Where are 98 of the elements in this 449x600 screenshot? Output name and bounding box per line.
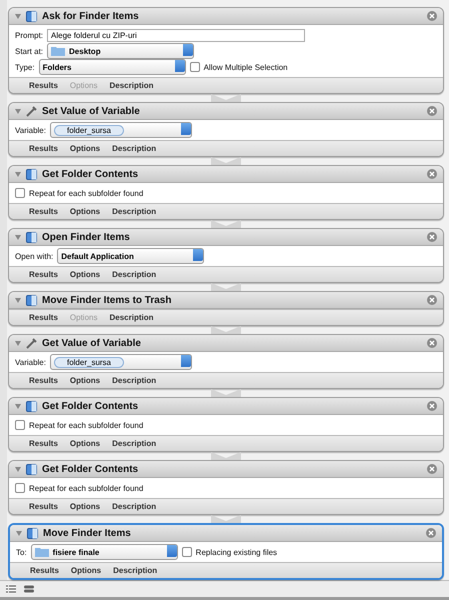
- wand-icon: [26, 106, 37, 116]
- field-label: Type:: [15, 62, 35, 72]
- action-title: Move Finder Items to Trash: [42, 294, 172, 306]
- disclosure-icon[interactable]: [15, 234, 21, 240]
- field-label: Variable:: [15, 126, 46, 134]
- footer-tab[interactable]: Description: [112, 207, 156, 216]
- footer-tab[interactable]: Results: [29, 502, 58, 511]
- variable-popup[interactable]: folder_sursa: [50, 122, 192, 138]
- field-label: To:: [16, 548, 27, 556]
- footer-tab[interactable]: Description: [112, 270, 156, 279]
- disclosure-icon[interactable]: [15, 172, 21, 176]
- checkbox-label[interactable]: Repeat for each subfolder found: [29, 420, 144, 430]
- footer-tab[interactable]: Options: [70, 270, 100, 279]
- action-title: Ask for Finder Items: [42, 10, 140, 22]
- footer-tab[interactable]: Description: [109, 81, 154, 90]
- action-card[interactable]: Move Finder Items To: fisiere finale Replacing existing files Results Options Description: [8, 523, 444, 580]
- footer-tab[interactable]: Results: [29, 144, 58, 153]
- footer-tab[interactable]: Results: [29, 207, 58, 216]
- variable-popup[interactable]: folder_sursa: [50, 354, 192, 370]
- action-card[interactable]: Open Finder Items Open with: Default Application Results Options Description: [8, 228, 444, 283]
- footer-tab[interactable]: Results: [29, 376, 58, 385]
- footer-tab[interactable]: Description: [112, 144, 156, 153]
- popup-menu[interactable]: fisiere finale: [30, 544, 178, 560]
- finder-icon: [26, 464, 37, 474]
- disclosure-icon[interactable]: [15, 404, 21, 408]
- checkbox-label[interactable]: Allow Multiple Selection: [204, 62, 288, 72]
- footer-tab[interactable]: Options: [70, 144, 100, 153]
- finder-icon: [26, 294, 37, 306]
- checkbox[interactable]: [190, 62, 200, 72]
- action-title: Get Value of Variable: [42, 338, 142, 348]
- checkbox[interactable]: [15, 483, 25, 493]
- action-title: Get Folder Contents: [42, 464, 140, 474]
- folder-icon: [34, 547, 49, 557]
- action-card[interactable]: Get Folder Contents Repeat for each subfolder found Results Options Description: [8, 397, 444, 452]
- checkbox-label[interactable]: Replacing existing files: [196, 548, 278, 556]
- field-label: Variable:: [15, 358, 46, 366]
- footer-tab[interactable]: Description: [112, 376, 156, 385]
- footer-tab[interactable]: Results: [29, 313, 58, 322]
- action-title: Get Folder Contents: [42, 168, 140, 180]
- footer-tab[interactable]: Options: [70, 376, 100, 385]
- footer-tab[interactable]: Options: [70, 566, 102, 575]
- finder-icon: [26, 168, 37, 180]
- close-icon[interactable]: [427, 464, 437, 474]
- disclosure-icon[interactable]: [16, 530, 22, 536]
- popup-menu[interactable]: Default Application: [57, 248, 204, 264]
- wand-icon: [26, 338, 37, 348]
- popup-menu[interactable]: Folders: [38, 59, 186, 75]
- footer-tab[interactable]: Results: [29, 270, 58, 279]
- popup-menu[interactable]: Desktop: [47, 43, 194, 59]
- close-icon[interactable]: [427, 338, 437, 348]
- footer-tab[interactable]: Results: [29, 439, 58, 448]
- footer-tab[interactable]: Description: [113, 566, 158, 575]
- action-title: Set Value of Variable: [42, 106, 141, 116]
- footer-tab[interactable]: Options: [70, 439, 100, 448]
- field-label: Open with:: [15, 252, 54, 260]
- close-icon[interactable]: [427, 11, 437, 21]
- finder-icon: [27, 528, 38, 538]
- action-title: Move Finder Items: [43, 528, 132, 538]
- checkbox-label[interactable]: Repeat for each subfolder found: [29, 188, 144, 198]
- footer-tab[interactable]: Options: [70, 207, 100, 216]
- footer-tab[interactable]: Results: [30, 566, 59, 575]
- field-label: Prompt:: [15, 30, 44, 40]
- checkbox[interactable]: [15, 420, 25, 430]
- list-view-icon[interactable]: [6, 585, 16, 593]
- action-card[interactable]: Set Value of Variable Variable: folder_sursa Results Options Description: [8, 102, 444, 157]
- disclosure-icon[interactable]: [15, 14, 21, 18]
- checkbox[interactable]: [15, 188, 25, 198]
- checkbox-label[interactable]: Repeat for each subfolder found: [29, 484, 144, 492]
- footer-tab[interactable]: Description: [109, 313, 154, 322]
- close-icon[interactable]: [427, 295, 437, 305]
- footer-tab[interactable]: Options: [70, 502, 100, 511]
- close-icon[interactable]: [427, 106, 437, 116]
- action-title: Open Finder Items: [42, 232, 131, 242]
- finder-icon: [26, 400, 37, 412]
- action-card[interactable]: Get Value of Variable Variable: folder_sursa Results Options Description: [8, 334, 444, 389]
- disclosure-icon[interactable]: [15, 466, 21, 472]
- variable-token: folder_sursa: [54, 124, 124, 136]
- field-label: Start at:: [15, 46, 44, 56]
- disclosure-icon[interactable]: [15, 340, 21, 346]
- disclosure-icon[interactable]: [15, 108, 21, 114]
- close-icon[interactable]: [427, 232, 437, 242]
- close-icon[interactable]: [427, 169, 437, 179]
- footer-tab[interactable]: Description: [112, 502, 156, 511]
- action-card[interactable]: Get Folder Contents Repeat for each subfolder found Results Options Description: [8, 165, 444, 220]
- footer-tab[interactable]: Description: [112, 439, 156, 448]
- variable-token: folder_sursa: [54, 356, 124, 368]
- finder-icon: [26, 10, 37, 22]
- close-icon[interactable]: [427, 401, 437, 411]
- prompt-field[interactable]: Alege folderul cu ZIP-uri: [47, 28, 306, 42]
- action-title: Get Folder Contents: [42, 400, 140, 412]
- disclosure-icon[interactable]: [15, 298, 21, 302]
- compact-view-icon[interactable]: [24, 585, 34, 593]
- footer-tab[interactable]: Results: [29, 81, 58, 90]
- checkbox[interactable]: [182, 547, 192, 557]
- action-card[interactable]: Get Folder Contents Repeat for each subfolder found Results Options Description: [8, 460, 444, 515]
- finder-icon: [26, 232, 37, 242]
- folder-icon: [51, 46, 66, 56]
- close-icon[interactable]: [426, 528, 436, 538]
